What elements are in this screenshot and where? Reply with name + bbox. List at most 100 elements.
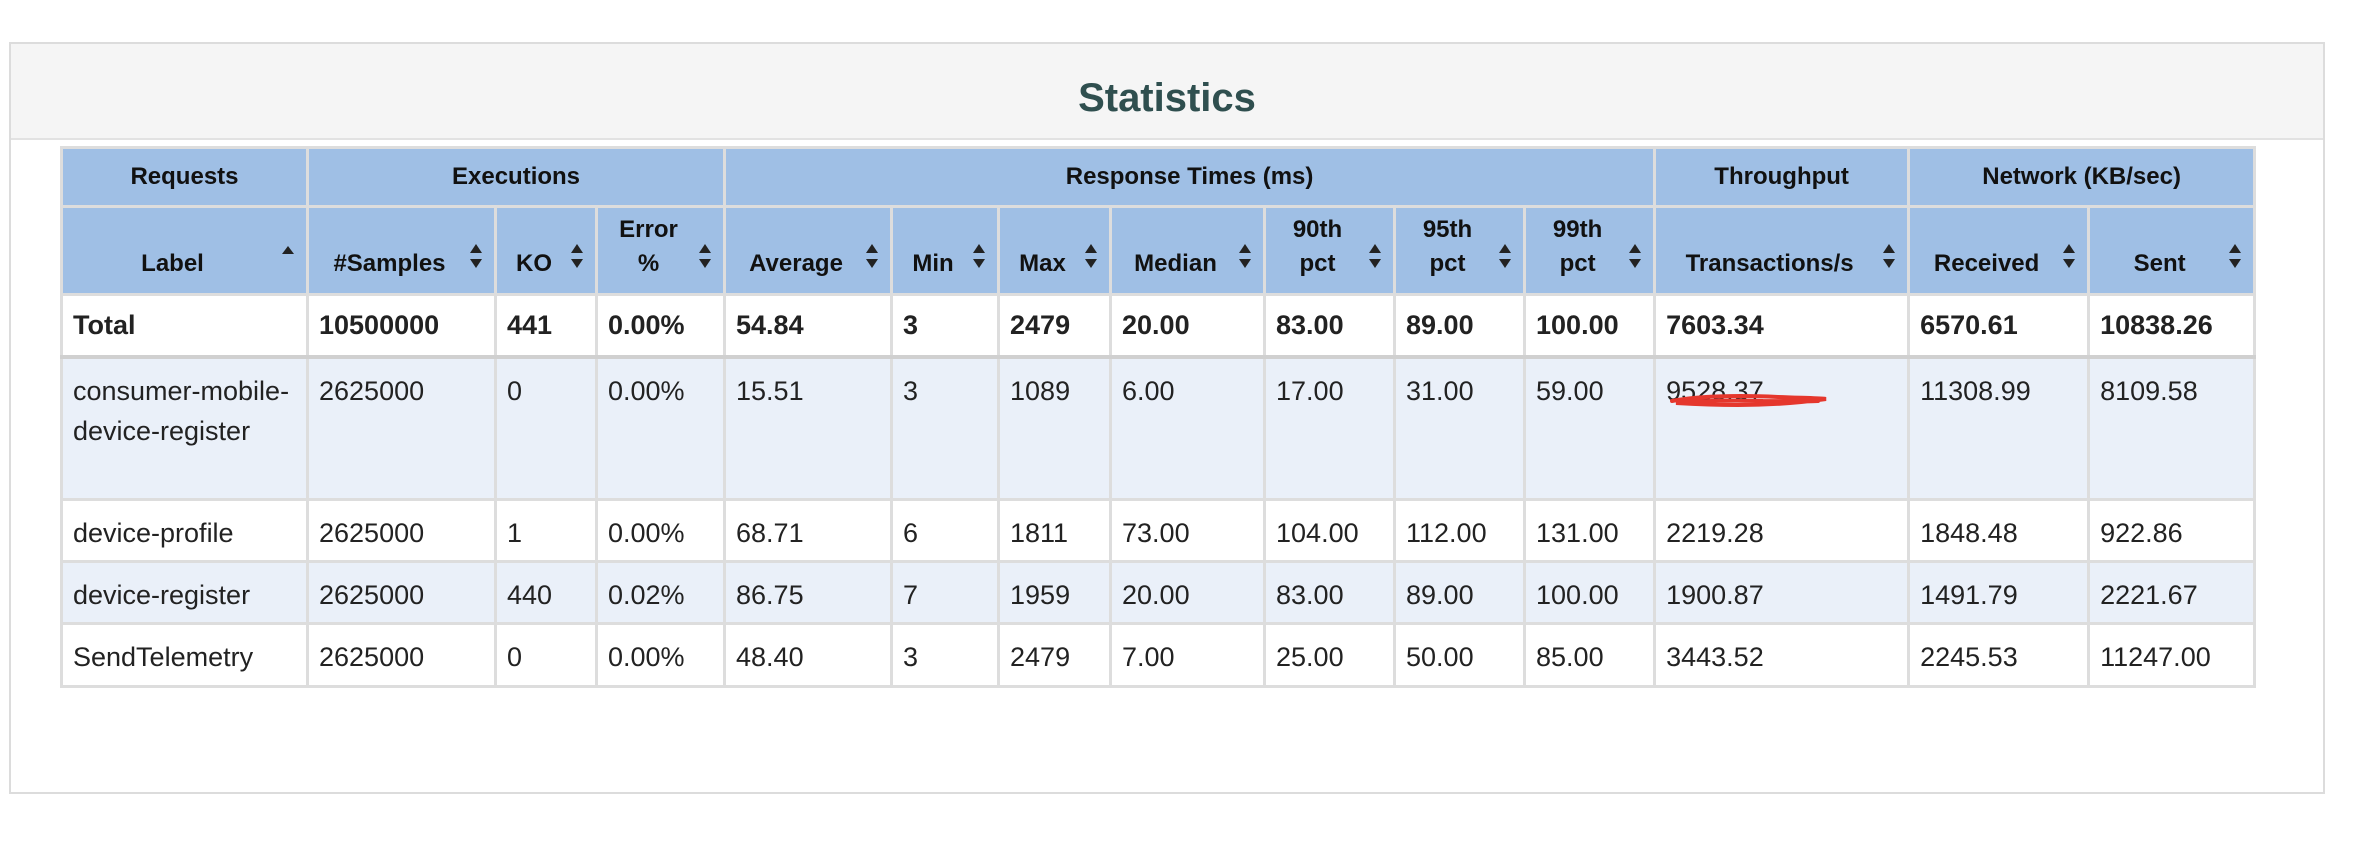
sort-arrows-icon[interactable] <box>571 244 583 268</box>
table-cell: 1811 <box>997 498 1113 563</box>
table-cell: 68.71 <box>723 498 894 563</box>
table-cell: 59.00 <box>1523 355 1657 501</box>
column-header-label-line2: pct <box>1559 250 1596 277</box>
panel-title: Statistics <box>1078 75 1256 120</box>
group-header-requests: Requests <box>60 146 309 208</box>
column-header-99th-pct[interactable]: 99th pct <box>1523 205 1657 296</box>
table-cell: 100.00 <box>1523 293 1657 359</box>
column-header-max[interactable]: Max <box>997 205 1113 296</box>
sort-arrows-icon[interactable] <box>1239 244 1252 268</box>
table-cell: 20.00 <box>1109 560 1267 625</box>
table-cell: 3 <box>890 355 1001 501</box>
group-header-executions: Executions <box>305 146 727 208</box>
table-cell: 83.00 <box>1263 293 1397 359</box>
sort-arrows-icon[interactable] <box>1369 244 1382 268</box>
table-cell: 11247.00 <box>2087 622 2257 688</box>
table-cell: 8109.58 <box>2087 355 2257 501</box>
table-cell: 922.86 <box>2087 498 2257 563</box>
table-cell: 2625000 <box>306 498 497 563</box>
sort-arrows-icon[interactable] <box>699 244 712 268</box>
column-header-samples[interactable]: #Samples <box>306 205 497 296</box>
table-cell: 0.00% <box>594 355 727 501</box>
column-header-label: Max <box>1019 250 1066 277</box>
statistics-table: Requests Executions Response Times (ms) … <box>60 146 2257 688</box>
table-cell: 86.75 <box>723 560 894 625</box>
sort-arrows-icon[interactable] <box>2063 244 2076 268</box>
column-header-transactions-s[interactable]: Transactions/s <box>1653 205 1911 296</box>
table-cell: 2479 <box>997 293 1113 359</box>
column-header-average[interactable]: Average <box>723 205 894 296</box>
sort-ascending-icon[interactable] <box>282 244 294 268</box>
table-cell: 9528.37 <box>1653 355 1911 501</box>
table-cell: 1 <box>494 498 598 563</box>
table-cell: 89.00 <box>1393 560 1527 625</box>
sort-arrows-icon[interactable] <box>2229 244 2242 268</box>
column-header-median[interactable]: Median <box>1109 205 1267 296</box>
group-header-throughput: Throughput <box>1653 146 1911 208</box>
column-header-label: 95th <box>1422 216 1473 243</box>
table-cell: 15.51 <box>723 355 894 501</box>
column-header-label: Error <box>619 216 678 243</box>
row-label-cell: device-profile <box>60 498 309 563</box>
table-cell: 10838.26 <box>2087 293 2257 359</box>
table-cell: 2219.28 <box>1653 498 1911 563</box>
panel-header: Statistics <box>11 44 2323 140</box>
table-cell: 73.00 <box>1109 498 1267 563</box>
column-header-min[interactable]: Min <box>890 205 1001 296</box>
table-cell: 2625000 <box>306 622 497 688</box>
table-cell: 0.00% <box>594 498 727 563</box>
column-header-row: Label #Samples KO Error% Average Min Max Median… <box>60 205 2257 296</box>
table-cell: 10500000 <box>306 293 497 359</box>
table-cell: 6 <box>890 498 1001 563</box>
column-header-received[interactable]: Received <box>1907 205 2091 296</box>
table-cell: 1959 <box>997 560 1113 625</box>
table-cell: 104.00 <box>1263 498 1397 563</box>
group-header-row: Requests Executions Response Times (ms) … <box>60 146 2257 208</box>
table-cell: 2625000 <box>306 355 497 501</box>
sort-arrows-icon[interactable] <box>866 244 879 268</box>
table-cell: 1491.79 <box>1907 560 2091 625</box>
table-cell: 441 <box>494 293 598 359</box>
table-cell: 3 <box>890 622 1001 688</box>
table-cell: 1089 <box>997 355 1113 501</box>
column-header-error[interactable]: Error% <box>594 205 727 296</box>
column-header-sent[interactable]: Sent <box>2087 205 2257 296</box>
table-cell: 17.00 <box>1263 355 1397 501</box>
table-cell: 48.40 <box>723 622 894 688</box>
column-header-label: Median <box>1134 250 1217 277</box>
column-header-ko[interactable]: KO <box>494 205 598 296</box>
table-cell: 6570.61 <box>1907 293 2091 359</box>
table-cell: 11308.99 <box>1907 355 2091 501</box>
total-row: Total 10500000 441 0.00% 54.84 3 2479 20.00 83.0… <box>60 293 2257 359</box>
red-underline-annotation <box>1670 394 1827 408</box>
sort-arrows-icon[interactable] <box>1629 244 1642 268</box>
table-cell: 31.00 <box>1393 355 1527 501</box>
row-label-cell: device-register <box>60 560 309 625</box>
table-cell: 2245.53 <box>1907 622 2091 688</box>
group-header-network: Network (KB/sec) <box>1907 146 2257 208</box>
table-cell: 50.00 <box>1393 622 1527 688</box>
column-header-label: Received <box>1933 250 2040 277</box>
table-cell: 25.00 <box>1263 622 1397 688</box>
table-cell: 7.00 <box>1109 622 1267 688</box>
table-cell: 3443.52 <box>1653 622 1911 688</box>
table-cell: 1900.87 <box>1653 560 1911 625</box>
sort-arrows-icon[interactable] <box>1085 244 1098 268</box>
column-header-label[interactable]: Label <box>60 205 309 296</box>
table-cell: 0 <box>494 355 598 501</box>
column-header-label: 99th <box>1552 216 1603 243</box>
table-cell: 6.00 <box>1109 355 1267 501</box>
sort-arrows-icon[interactable] <box>973 244 986 268</box>
sort-arrows-icon[interactable] <box>1883 244 1896 268</box>
table-row: SendTelemetry 2625000 0 0.00% 48.40 3 2479 7.00… <box>60 622 2257 688</box>
table-cell: 89.00 <box>1393 293 1527 359</box>
row-label-cell: SendTelemetry <box>60 622 309 688</box>
table-row: device-profile 2625000 1 0.00% 68.71 6 1811 73.… <box>60 498 2257 563</box>
table-cell: 85.00 <box>1523 622 1657 688</box>
sort-arrows-icon[interactable] <box>1499 244 1512 268</box>
column-header-label-line2: % <box>637 250 660 277</box>
sort-arrows-icon[interactable] <box>470 244 482 268</box>
column-header-90th-pct[interactable]: 90th pct <box>1263 205 1397 296</box>
table-cell: 0 <box>494 622 598 688</box>
column-header-95th-pct[interactable]: 95th pct <box>1393 205 1527 296</box>
